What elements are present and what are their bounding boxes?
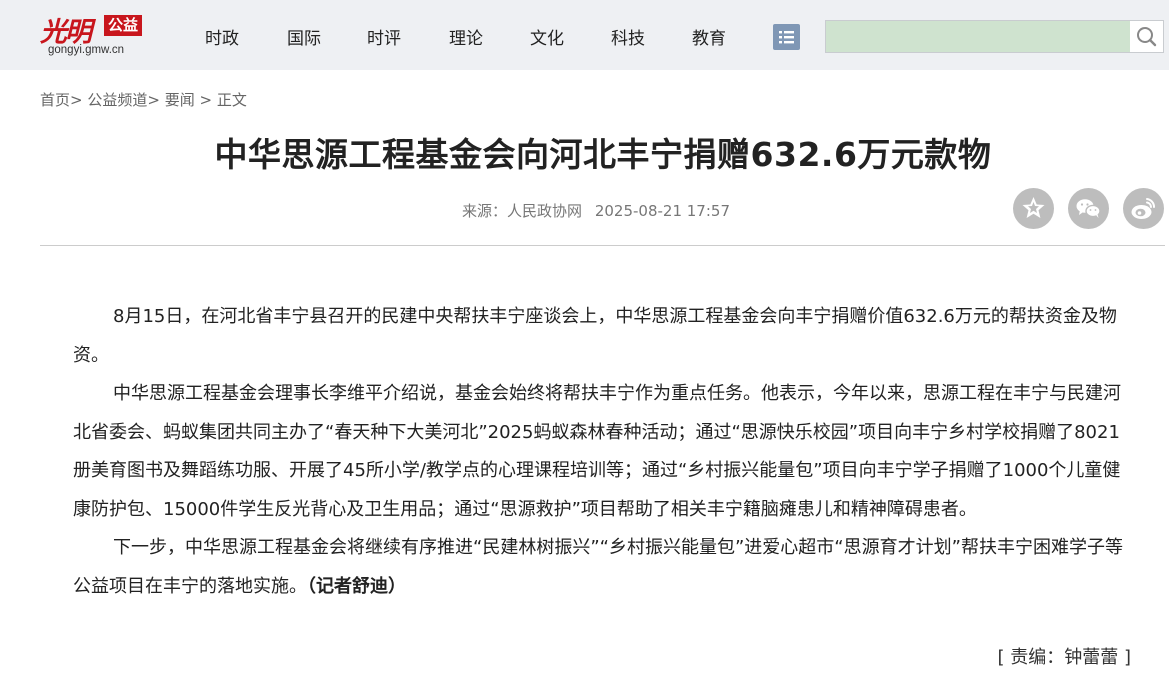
- header-divider: [40, 245, 1165, 246]
- breadcrumb-home[interactable]: 首页: [40, 91, 70, 109]
- nav-item-international[interactable]: 国际: [287, 24, 321, 49]
- wechat-icon: [1076, 199, 1101, 218]
- search-icon: [1137, 27, 1157, 47]
- breadcrumb-current: 正文: [216, 91, 247, 109]
- wechat-share-button[interactable]: [1068, 188, 1109, 229]
- more-menu-button[interactable]: [773, 24, 800, 50]
- nav-item-politics[interactable]: 时政: [205, 24, 239, 49]
- logo-badge: 公益: [104, 15, 143, 36]
- breadcrumb-separator: >: [147, 91, 160, 109]
- nav-item-culture[interactable]: 文化: [530, 24, 564, 49]
- weibo-share-button[interactable]: [1123, 188, 1164, 229]
- article-title: 中华思源工程基金会向河北丰宁捐赠632.6万元款物: [214, 135, 992, 174]
- search-input[interactable]: [826, 21, 1130, 52]
- breadcrumb-section[interactable]: 要闻: [165, 91, 195, 109]
- weibo-icon: [1131, 198, 1156, 219]
- article-paragraph: 8月15日，在河北省丰宁县召开的民建中央帮扶丰宁座谈会上，中华思源工程基金会向丰…: [73, 306, 1117, 366]
- breadcrumb-separator: >: [199, 91, 213, 109]
- article-paragraph: 中华思源工程基金会理事长李维平介绍说，基金会始终将帮扶丰宁作为重点任务。他表示，…: [73, 383, 1121, 520]
- editor-credit: [ 责编：钟蕾蕾 ]: [997, 647, 1132, 668]
- article-body: 8月15日，在河北省丰宁县召开的民建中央帮扶丰宁座谈会上，中华思源工程基金会向丰…: [73, 298, 1135, 606]
- nav-item-education[interactable]: 教育: [692, 24, 726, 49]
- list-menu-icon: [779, 31, 794, 44]
- article-datetime: 2025-08-21 17:57: [594, 202, 730, 220]
- reporter-credit: （记者舒迪）: [307, 575, 406, 597]
- breadcrumb-separator: >: [70, 91, 83, 109]
- search-button[interactable]: [1130, 21, 1163, 52]
- nav-item-commentary[interactable]: 时评: [367, 24, 401, 49]
- article-paragraph: 下一步，中华思源工程基金会将继续有序推进“民建林树振兴”“乡村振兴能量包”进爱心…: [73, 529, 1135, 606]
- article-meta: 来源：人民政协网 2025-08-21 17:57: [0, 200, 1169, 221]
- search-box: [825, 20, 1164, 53]
- breadcrumb: 首页> 公益频道> 要闻 > 正文: [40, 89, 247, 110]
- logo-domain: gongyi.gmw.cn: [48, 44, 125, 56]
- site-logo[interactable]: 光明 公益 gongyi.gmw.cn: [40, 6, 160, 64]
- article-paragraph-text: 下一步，中华思源工程基金会将继续有序推进“民建林树振兴”“乡村振兴能量包”进爱心…: [73, 537, 1123, 597]
- star-icon: [1022, 197, 1045, 218]
- nav-item-tech[interactable]: 科技: [611, 24, 645, 49]
- breadcrumb-channel[interactable]: 公益频道: [87, 91, 147, 109]
- nav-item-theory[interactable]: 理论: [449, 24, 483, 49]
- article-source: 来源：人民政协网: [462, 202, 583, 220]
- favorite-button[interactable]: [1013, 188, 1054, 229]
- site-header: 光明 公益 gongyi.gmw.cn 时政 国际 时评 理论 文化 科技 教育: [0, 0, 1169, 70]
